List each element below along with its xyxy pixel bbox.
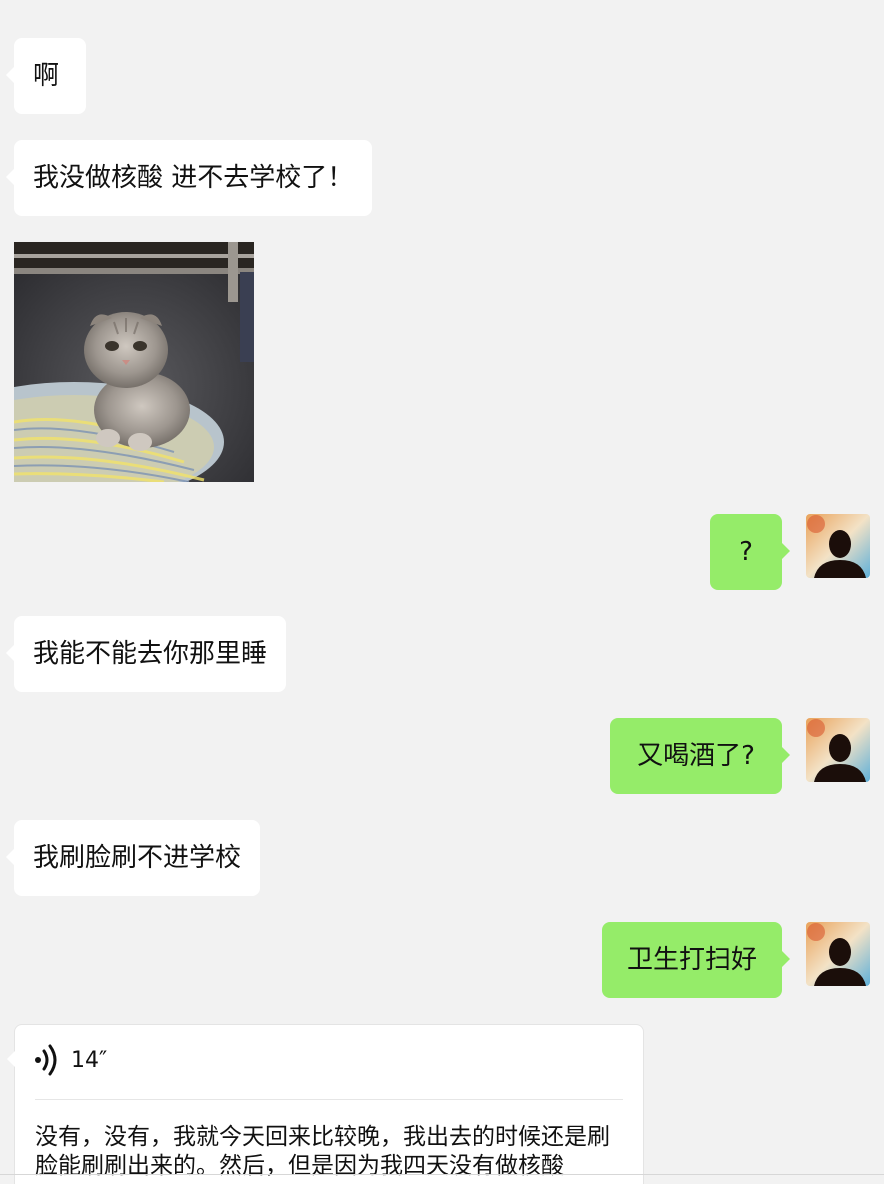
user-avatar[interactable] <box>806 922 870 986</box>
message-text: 我没做核酸 进不去学校了！ <box>33 163 354 193</box>
message-text: 又喝酒了? <box>637 741 755 771</box>
message-text: 啊 <box>33 61 60 91</box>
message-text: 我刷脸刷不进学校 <box>33 843 242 873</box>
message-text: 卫生打扫好 <box>626 945 757 975</box>
outgoing-message-bubble[interactable]: ? <box>710 514 790 590</box>
message-text: ? <box>739 537 753 567</box>
voice-message-bubble[interactable]: 14″ 没有，没有，我就今天回来比较晚，我出去的时候还是刷脸能刷刷出来的。然后，… <box>7 1024 644 1184</box>
voice-duration: 14″ <box>71 1047 108 1073</box>
kitten-photo-icon <box>14 242 254 482</box>
user-avatar[interactable] <box>806 718 870 782</box>
chat-conversation: 啊 我没做核酸 进不去学校了！ ? 我能不能去你那里睡 又喝酒了? 我刷脸刷不进… <box>0 0 884 1184</box>
voice-divider <box>35 1099 623 1100</box>
outgoing-message-bubble[interactable]: 卫生打扫好 <box>602 922 790 998</box>
outgoing-message-bubble[interactable]: 又喝酒了? <box>610 718 790 794</box>
incoming-message-bubble[interactable]: 我没做核酸 进不去学校了！ <box>5 140 373 216</box>
voice-transcript: 没有，没有，我就今天回来比较晚，我出去的时候还是刷脸能刷刷出来的。然后，但是因为… <box>35 1124 610 1179</box>
voice-wave-icon <box>35 1044 57 1076</box>
kitten-photo[interactable] <box>14 242 254 482</box>
silhouette-avatar-icon <box>806 718 870 782</box>
incoming-message-bubble[interactable]: 我能不能去你那里睡 <box>5 616 287 692</box>
silhouette-avatar-icon <box>806 922 870 986</box>
silhouette-avatar-icon <box>806 514 870 578</box>
incoming-message-bubble[interactable]: 我刷脸刷不进学校 <box>5 820 261 896</box>
input-bar-divider <box>0 1174 884 1175</box>
message-text: 我能不能去你那里睡 <box>33 639 268 669</box>
incoming-message-bubble[interactable]: 啊 <box>6 38 86 114</box>
voice-header[interactable]: 14″ <box>33 1043 107 1077</box>
user-avatar[interactable] <box>806 514 870 578</box>
